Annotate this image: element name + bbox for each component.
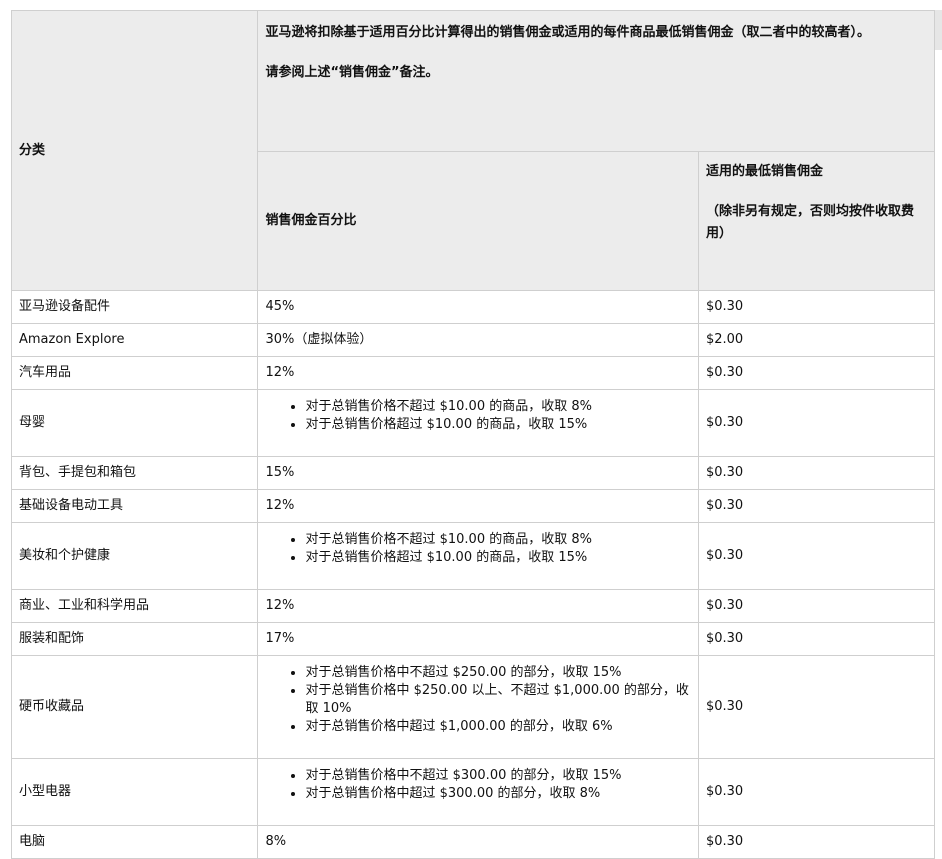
min-fee-note: （除非另有规定，否则均按件收取费用）	[705, 204, 914, 241]
table-row: 小型电器 对于总销售价格中不超过 $300.00 的部分，收取 15% 对于总销…	[10, 758, 936, 826]
category-cell: 服装和配饰	[10, 622, 259, 656]
percent-cell: 12%	[257, 589, 699, 623]
min-fee-header: 适用的最低销售佣金 （除非另有规定，否则均按件收取费用）	[697, 151, 936, 291]
min-fee-cell: $0.30	[697, 290, 936, 324]
tier-item: 对于总销售价格超过 $10.00 的商品，收取 15%	[305, 416, 691, 434]
min-fee-cell: $0.30	[697, 655, 936, 759]
table-row: 美妆和个护健康 对于总销售价格不超过 $10.00 的商品，收取 8% 对于总销…	[10, 522, 936, 590]
category-cell: 母婴	[10, 389, 259, 457]
table-row: 硬币收藏品 对于总销售价格中不超过 $250.00 的部分，收取 15% 对于总…	[10, 655, 936, 759]
category-cell: 亚马逊设备配件	[10, 290, 259, 324]
percent-cell: 对于总销售价格不超过 $10.00 的商品，收取 8% 对于总销售价格超过 $1…	[257, 389, 699, 457]
category-cell: 基础设备电动工具	[10, 489, 259, 523]
table-row: 电脑 8% $0.30	[10, 825, 936, 859]
min-fee-label: 适用的最低销售佣金	[705, 164, 823, 179]
min-fee-cell: $0.30	[697, 456, 936, 490]
category-header: 分类	[10, 10, 259, 291]
tier-list: 对于总销售价格不超过 $10.00 的商品，收取 8% 对于总销售价格超过 $1…	[265, 531, 691, 567]
min-fee-cell: $0.30	[697, 489, 936, 523]
percent-cell: 12%	[257, 489, 699, 523]
percent-cell: 对于总销售价格不超过 $10.00 的商品，收取 8% 对于总销售价格超过 $1…	[257, 522, 699, 590]
percent-cell: 30%（虚拟体验）	[257, 323, 699, 357]
rule-text: 亚马逊将扣除基于适用百分比计算得出的销售佣金或适用的每件商品最低销售佣金（取二者…	[265, 25, 870, 40]
percent-cell: 17%	[257, 622, 699, 656]
table-row: 基础设备电动工具 12% $0.30	[10, 489, 936, 523]
category-cell: Amazon Explore	[10, 323, 259, 357]
min-fee-cell: $0.30	[697, 622, 936, 656]
min-fee-cell: $0.30	[697, 522, 936, 590]
tier-item: 对于总销售价格超过 $10.00 的商品，收取 15%	[305, 549, 691, 567]
min-fee-cell: $2.00	[697, 323, 936, 357]
table-row: 汽车用品 12% $0.30	[10, 356, 936, 390]
table-row: 亚马逊设备配件 45% $0.30	[10, 290, 936, 324]
tier-list: 对于总销售价格中不超过 $250.00 的部分，收取 15% 对于总销售价格中 …	[265, 664, 691, 736]
table-row: 商业、工业和科学用品 12% $0.30	[10, 589, 936, 623]
category-cell: 美妆和个护健康	[10, 522, 259, 590]
rule-header: 亚马逊将扣除基于适用百分比计算得出的销售佣金或适用的每件商品最低销售佣金（取二者…	[257, 10, 935, 152]
percent-cell: 对于总销售价格中不超过 $300.00 的部分，收取 15% 对于总销售价格中超…	[257, 758, 699, 826]
percent-cell: 对于总销售价格中不超过 $250.00 的部分，收取 15% 对于总销售价格中 …	[257, 655, 699, 759]
min-fee-cell: $0.30	[697, 758, 936, 826]
table-row: 服装和配饰 17% $0.30	[10, 622, 936, 656]
min-fee-cell: $0.30	[697, 356, 936, 390]
category-cell: 硬币收藏品	[10, 655, 259, 759]
min-fee-cell: $0.30	[697, 389, 936, 457]
category-cell: 电脑	[10, 825, 259, 859]
min-fee-cell: $0.30	[697, 589, 936, 623]
percent-header: 销售佣金百分比	[257, 151, 699, 291]
fee-table: 分类 亚马逊将扣除基于适用百分比计算得出的销售佣金或适用的每件商品最低销售佣金（…	[10, 10, 936, 859]
category-cell: 小型电器	[10, 758, 259, 826]
table-row: Amazon Explore 30%（虚拟体验） $2.00	[10, 323, 936, 357]
percent-cell: 8%	[257, 825, 699, 859]
percent-cell: 15%	[257, 456, 699, 490]
tier-item: 对于总销售价格中不超过 $250.00 的部分，收取 15%	[305, 664, 691, 682]
scrollbar[interactable]	[934, 10, 942, 50]
tier-item: 对于总销售价格中不超过 $300.00 的部分，收取 15%	[305, 767, 691, 785]
tier-item: 对于总销售价格不超过 $10.00 的商品，收取 8%	[305, 398, 691, 416]
percent-cell: 45%	[257, 290, 699, 324]
tier-item: 对于总销售价格中超过 $1,000.00 的部分，收取 6%	[305, 718, 691, 736]
category-cell: 背包、手提包和箱包	[10, 456, 259, 490]
tier-item: 对于总销售价格中 $250.00 以上、不超过 $1,000.00 的部分，收取…	[305, 682, 691, 718]
percent-cell: 12%	[257, 356, 699, 390]
min-fee-cell: $0.30	[697, 825, 936, 859]
tier-item: 对于总销售价格不超过 $10.00 的商品，收取 8%	[305, 531, 691, 549]
category-cell: 商业、工业和科学用品	[10, 589, 259, 623]
tier-list: 对于总销售价格不超过 $10.00 的商品，收取 8% 对于总销售价格超过 $1…	[265, 398, 691, 434]
tier-list: 对于总销售价格中不超过 $300.00 的部分，收取 15% 对于总销售价格中超…	[265, 767, 691, 803]
table-row: 母婴 对于总销售价格不超过 $10.00 的商品，收取 8% 对于总销售价格超过…	[10, 389, 936, 457]
table-row: 背包、手提包和箱包 15% $0.30	[10, 456, 936, 490]
rule-note: 请参阅上述“销售佣金”备注。	[265, 65, 439, 80]
category-cell: 汽车用品	[10, 356, 259, 390]
tier-item: 对于总销售价格中超过 $300.00 的部分，收取 8%	[305, 785, 691, 803]
